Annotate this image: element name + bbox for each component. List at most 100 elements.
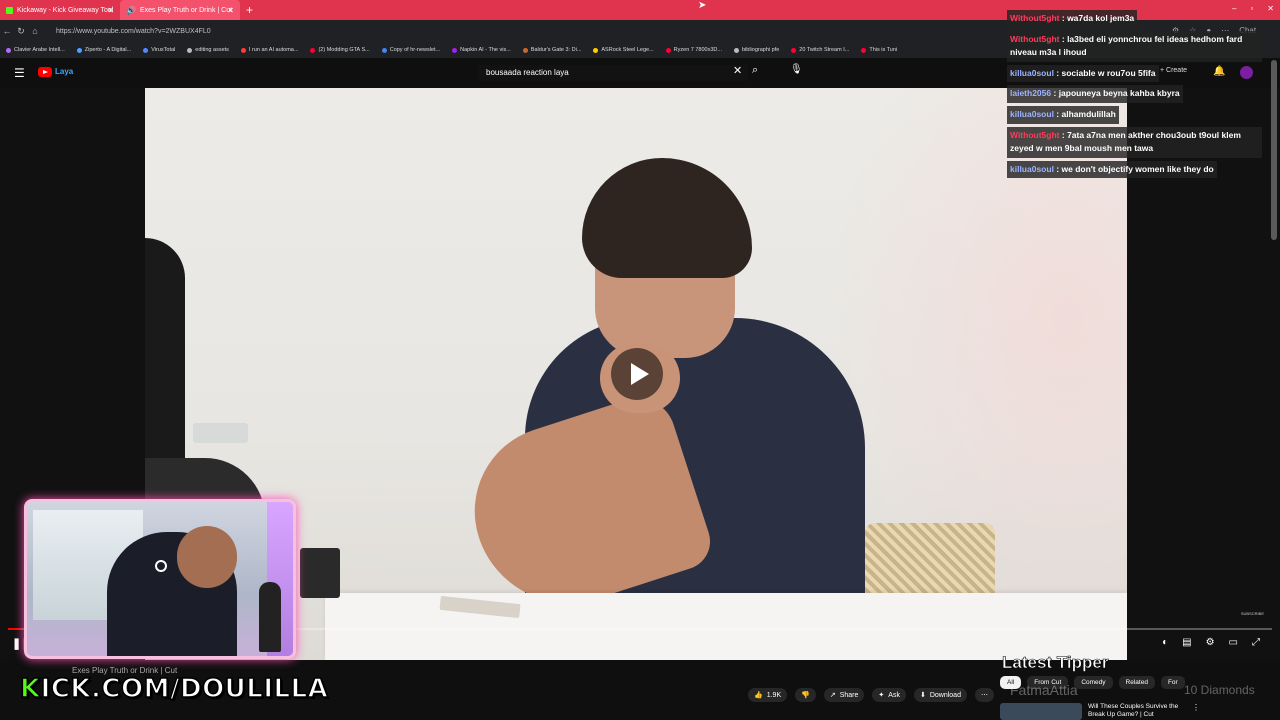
url-field[interactable]: https://www.youtube.com/watch?v=2WZBUX4F… [56,28,211,35]
chat-separator: : [1059,13,1068,23]
chat-separator: : [1059,33,1068,44]
thumbs-up-icon: 👍 [754,692,763,699]
bookmark-label: 20 Twitch Stream I... [799,47,850,53]
captions-icon[interactable]: ▤ [1182,637,1191,648]
bookmark-label: Napkin AI - The vis... [460,47,511,53]
search-input[interactable]: bousaada reaction laya [478,65,748,81]
tab-kickaway[interactable]: Kickaway - Kick Giveaway Tool ✕ [0,0,120,20]
recommendation-more-icon[interactable]: ⋮ [1192,703,1200,712]
chat-message: Without5ght : wa7da kol jem3a [1007,10,1138,28]
bookmark-label: This is Tuni [869,47,898,53]
bookmark-item[interactable]: VirusTotal [143,47,175,53]
kick-url-banner: KICK.COM/DOULILLA [19,673,328,705]
chat-text: japouneya beyna kahba kbyra [1058,88,1180,99]
channel-logo-text: Laya [55,67,74,76]
search-icon[interactable]: ⌕ [752,64,758,77]
reload-icon[interactable]: ↻ [14,26,28,37]
chat-separator: : [1053,67,1062,78]
close-tab-icon[interactable]: ✕ [107,6,114,15]
bookmark-item[interactable]: Ryzen 7 7800x3D... [665,47,722,53]
chat-username[interactable]: killua0soul [1010,68,1054,78]
download-label: Download [929,691,961,699]
bookmark-item[interactable]: Copy of hr-newslet... [381,47,440,53]
bookmark-item[interactable]: (2) Modding GTA S... [310,47,370,53]
download-button[interactable]: ⬇ Download [913,688,967,702]
back-icon[interactable]: ← [0,26,14,36]
chat-username[interactable]: killua0soul [1010,109,1054,119]
chat-separator: : [1053,163,1062,174]
close-tab-icon[interactable]: ✕ [227,6,234,15]
video-actions: 👍 1.9K 👎 ↗ Share ✦ Ask ⬇ Download ⋯ [748,688,994,702]
bookmark-item[interactable]: ASRock Steel Lege... [593,47,654,53]
share-button[interactable]: ↗ Share [823,688,865,702]
cup [300,548,340,598]
chat-message: killua0soul : we don't objectify women l… [1007,160,1217,179]
recommendation-title[interactable]: Will These Couples Survive the Break Up … [1088,703,1188,720]
glass [193,423,248,443]
bookmark-item[interactable]: Napkin AI - The vis... [452,47,511,53]
bookmark-label: Ryzen 7 7800x3D... [673,47,722,53]
page-scrollbar[interactable] [1271,60,1277,240]
chat-message: killua0soul : sociable w rou7ou 5fifa [1007,64,1159,83]
tab-youtube[interactable]: 🔊 Exes Play Truth or Drink | Cut ✕ [120,0,240,20]
fullscreen-icon[interactable]: ⤢ [1252,637,1260,648]
microphone [259,582,281,652]
menu-icon[interactable]: ☰ [14,66,25,80]
bookmark-favicon-icon [76,47,82,53]
theater-mode-icon[interactable]: ▭ [1229,637,1238,648]
home-icon[interactable]: ⌂ [28,26,42,36]
like-button[interactable]: 👍 1.9K [748,688,788,702]
bookmark-favicon-icon [187,47,193,53]
bookmark-label: editing assets [195,47,229,53]
ask-button[interactable]: ✦ Ask [872,688,906,702]
chat-message: laieth2056 : japouneya beyna kahba kbyra [1007,85,1183,103]
clear-search-icon[interactable]: ✕ [733,64,742,77]
bookmark-label: bibliographi pfe [741,47,780,53]
recommendation-thumbnail[interactable] [1000,703,1082,720]
bookmark-item[interactable]: Ziperto - A Digital... [76,47,131,53]
play-icon[interactable] [611,348,663,400]
bookmark-favicon-icon [381,47,387,53]
chat-username[interactable]: Without5ght [1010,34,1060,44]
tab-label: Exes Play Truth or Drink | Cut [139,6,233,14]
chip-for[interactable]: For [1160,676,1185,689]
more-actions-button[interactable]: ⋯ [974,688,994,702]
stream-chat: Without5ght : wa7da kol jem3a Without5ght… [1007,10,1267,181]
subscribe-watermark: SUBSCRIBE [1240,611,1264,616]
settings-gear-icon[interactable]: ⚙ [1206,637,1215,648]
progress-fill [8,628,21,630]
chat-username[interactable]: Without5ght [1010,13,1060,23]
tab-label: Kickaway - Kick Giveaway Tool [17,6,114,14]
bookmark-item[interactable]: This is Tuni [861,47,897,53]
chat-message: killua0soul : alhamdulillah [1007,105,1119,124]
chat-username[interactable]: laieth2056 [1010,88,1051,98]
chat-username[interactable]: Without5ght [1010,130,1060,140]
close-window-button[interactable]: ✕ [1267,4,1274,13]
bookmark-favicon-icon [861,47,867,53]
youtube-logo-icon[interactable] [38,67,52,77]
bookmark-label: I run an AI automa... [248,47,299,53]
bookmark-item[interactable]: bibliographi pfe [733,47,780,53]
microphone-icon[interactable]: 🎙 [790,64,803,75]
autoplay-toggle-icon[interactable]: ◐ [1162,637,1168,648]
download-icon: ⬇ [919,692,926,699]
bookmark-item[interactable]: Clavier Arabe Intell... [6,47,65,53]
bookmark-item[interactable]: Baldur's Gate 3: Di... [522,47,582,53]
ask-label: Ask [888,691,900,699]
chat-separator: : [1051,88,1059,99]
bookmark-favicon-icon [143,47,149,53]
bookmark-item[interactable]: 20 Twitch Stream I... [791,47,849,53]
chat-text: we don't objectify women like they do [1061,163,1214,174]
bookmark-item[interactable]: editing assets [187,47,229,53]
bookmark-item[interactable]: I run an AI automa... [240,47,299,53]
dislike-button[interactable]: 👎 [795,688,816,702]
chip-comedy[interactable]: Comedy [1074,676,1113,689]
chat-separator: : [1059,129,1068,140]
chat-text: sociable w rou7ou 5fifa [1061,67,1156,78]
new-tab-button[interactable]: + [246,3,253,17]
bookmark-label: Baldur's Gate 3: Di... [530,47,582,53]
more-icon: ⋯ [980,692,988,699]
bookmark-favicon-icon [240,47,246,53]
chat-username[interactable]: killua0soul [1010,164,1054,174]
chip-related[interactable]: Related [1118,676,1155,689]
